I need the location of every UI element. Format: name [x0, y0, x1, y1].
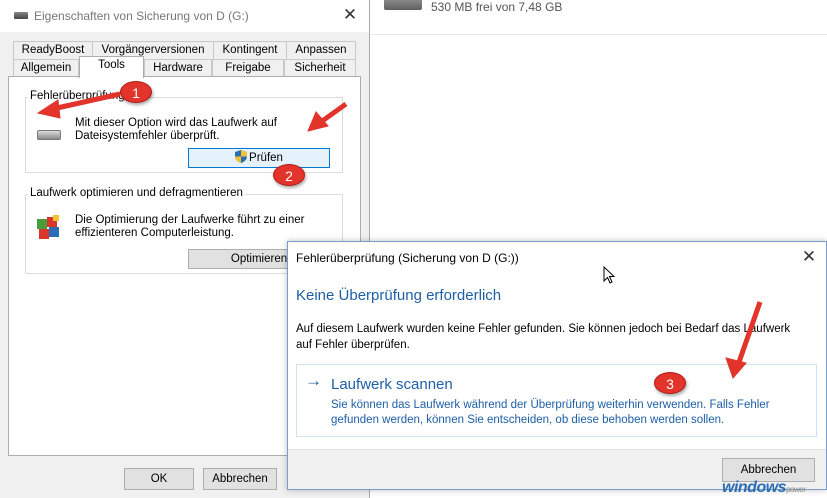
tab-hardware[interactable]: Hardware [144, 59, 212, 77]
close-icon[interactable]: ✕ [339, 4, 361, 26]
error-check-text-1: Mit dieser Option wird das Laufwerk auf [75, 117, 277, 129]
check-body-line-2: auf Fehler überprüfen. [296, 339, 410, 351]
hard-drive-icon [37, 130, 61, 140]
tab-anpassen[interactable]: Anpassen [286, 41, 356, 59]
scan-drive-description: Sie können das Laufwerk während der Über… [331, 398, 811, 428]
check-dialog-title: Fehlerüberprüfung (Sicherung von D (G:)) [296, 251, 519, 265]
drive-icon [14, 12, 28, 19]
tab-tools[interactable]: Tools [79, 56, 144, 78]
check-body-line-1: Auf diesem Laufwerk wurden keine Fehler … [296, 323, 791, 335]
pruefen-label: Prüfen [249, 152, 283, 164]
watermark-logo: windowspower [722, 479, 806, 497]
error-check-legend: Fehlerüberprüfung [28, 90, 127, 102]
tab-sicherheit[interactable]: Sicherheit [284, 59, 356, 77]
mouse-cursor-icon [603, 266, 615, 284]
uac-shield-icon [235, 150, 248, 163]
scan-drive-title: Laufwerk scannen [331, 376, 453, 393]
properties-titlebar: Eigenschaften von Sicherung von D (G:) ✕ [0, 0, 369, 32]
optimize-text-2: effizienteren Computerleistung. [75, 227, 234, 239]
watermark-suffix: power [786, 485, 806, 494]
check-dialog-heading: Keine Überprüfung erforderlich [296, 287, 502, 304]
watermark-brand: windows [722, 479, 787, 496]
optimize-legend: Laufwerk optimieren und defragmentieren [28, 187, 245, 199]
error-check-text-2: Dateisystemfehler überprüft. [75, 130, 220, 142]
defrag-icon [37, 215, 59, 239]
divider [370, 34, 827, 35]
close-icon[interactable]: ✕ [798, 246, 820, 268]
free-space-text: 530 MB frei von 7,48 GB [431, 0, 563, 14]
scan-desc-line-1: Sie können das Laufwerk während der Über… [331, 399, 770, 411]
optimize-text-1: Die Optimierung der Laufwerke führt zu e… [75, 214, 305, 226]
pruefen-button[interactable]: Prüfen [188, 148, 330, 168]
error-check-dialog: Fehlerüberprüfung (Sicherung von D (G:))… [287, 241, 827, 490]
annotation-badge-2: 2 [273, 164, 305, 186]
error-check-group: Fehlerüberprüfung Mit dieser Option wird… [25, 90, 343, 173]
check-dialog-body: Auf diesem Laufwerk wurden keine Fehler … [296, 321, 816, 353]
tab-allgemein[interactable]: Allgemein [13, 59, 79, 77]
scan-desc-line-2: gefunden werden, können Sie entscheiden,… [331, 414, 725, 426]
tab-kontingent[interactable]: Kontingent [213, 41, 287, 59]
drive-icon [384, 0, 422, 10]
properties-title: Eigenschaften von Sicherung von D (G:) [34, 9, 249, 23]
properties-cancel-button[interactable]: Abbrechen [203, 468, 277, 490]
scan-drive-command-link[interactable]: → Laufwerk scannen Sie können das Laufwe… [296, 364, 817, 437]
arrow-right-icon: → [305, 371, 322, 390]
ok-button[interactable]: OK [124, 468, 194, 490]
annotation-badge-1: 1 [120, 81, 152, 103]
annotation-badge-3: 3 [654, 372, 686, 394]
tab-freigabe[interactable]: Freigabe [212, 59, 284, 77]
